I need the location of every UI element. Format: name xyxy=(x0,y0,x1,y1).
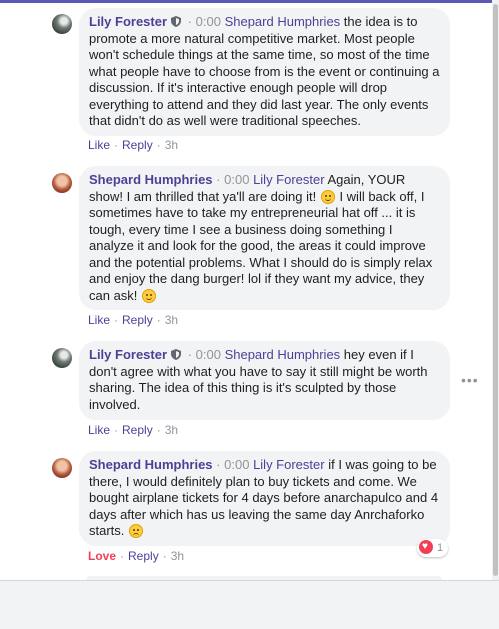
comment-age[interactable]: 3h xyxy=(165,313,178,327)
reaction-count: 1 xyxy=(437,542,444,554)
comment-bubble: Shepard Humphries · 0:00 Lily Forester A… xyxy=(79,166,450,310)
like-button[interactable]: Like xyxy=(88,423,110,437)
mention-tag[interactable]: Shepard Humphries xyxy=(225,347,341,362)
reply-button[interactable]: Reply xyxy=(122,423,153,437)
comment-author[interactable]: Lily Forester xyxy=(89,347,167,362)
reply-button[interactable]: Reply xyxy=(122,138,153,152)
comment-bubble: Lily Forester · 0:00 Shepard Humphries h… xyxy=(79,341,450,420)
comment-actions: Love · Reply · 3h xyxy=(88,549,185,563)
comment-bubble: Lily Forester · 0:00 Shepard Humphries t… xyxy=(79,8,450,136)
comment-author[interactable]: Shepard Humphries xyxy=(89,457,213,472)
comment-bubble: Shepard Humphries · 0:00 Lily Forester i… xyxy=(79,451,450,546)
footer-bar xyxy=(0,580,499,629)
mention-tag[interactable]: Lily Forester xyxy=(253,457,325,472)
mention-tag[interactable]: Lily Forester xyxy=(253,172,325,187)
video-timestamp[interactable]: 0:00 xyxy=(224,172,249,187)
shield-icon xyxy=(171,349,182,360)
separator-dot: · xyxy=(216,457,221,472)
avatar[interactable] xyxy=(52,14,72,34)
comment-actions: Like · Reply · 3h xyxy=(88,423,179,437)
separator-dot: · xyxy=(187,14,192,29)
comment-age[interactable]: 3h xyxy=(165,423,178,437)
comment-actions: Like · Reply · 3h xyxy=(88,138,179,152)
like-button[interactable]: Like xyxy=(88,313,110,327)
comment-text-continued: I will back off, I sometimes have to tak… xyxy=(89,188,433,303)
video-timestamp[interactable]: 0:00 xyxy=(196,347,221,362)
more-options-icon[interactable]: ••• xyxy=(461,372,479,388)
avatar[interactable] xyxy=(52,348,72,368)
video-timestamp[interactable]: 0:00 xyxy=(196,14,221,29)
separator-dot: · xyxy=(187,347,192,362)
comment-age[interactable]: 3h xyxy=(171,549,184,563)
shield-icon xyxy=(171,16,182,27)
top-accent-bar xyxy=(0,0,492,3)
smile-emoji-icon xyxy=(320,189,335,204)
reply-button[interactable]: Reply xyxy=(122,313,153,327)
mention-tag[interactable]: Shepard Humphries xyxy=(225,14,341,29)
comment-age[interactable]: 3h xyxy=(165,138,178,152)
avatar[interactable] xyxy=(52,173,72,193)
reply-button[interactable]: Reply xyxy=(128,549,159,563)
comment-text: the idea is to promote a more natural co… xyxy=(89,14,440,128)
video-timestamp[interactable]: 0:00 xyxy=(224,457,249,472)
scrollbar[interactable] xyxy=(492,0,499,580)
reaction-badge[interactable]: ♥ 1 xyxy=(417,539,449,557)
comment-author[interactable]: Shepard Humphries xyxy=(89,172,213,187)
like-button[interactable]: Like xyxy=(88,138,110,152)
comment-author[interactable]: Lily Forester xyxy=(89,14,167,29)
separator-dot: · xyxy=(216,172,221,187)
avatar[interactable] xyxy=(52,458,72,478)
worried-emoji-icon xyxy=(129,524,144,538)
love-button[interactable]: Love xyxy=(88,549,116,563)
heart-icon: ♥ xyxy=(419,540,433,554)
comment-actions: Like · Reply · 3h xyxy=(88,313,179,327)
smile-emoji-icon xyxy=(142,288,157,303)
scrollbar-thumb[interactable] xyxy=(493,4,498,576)
